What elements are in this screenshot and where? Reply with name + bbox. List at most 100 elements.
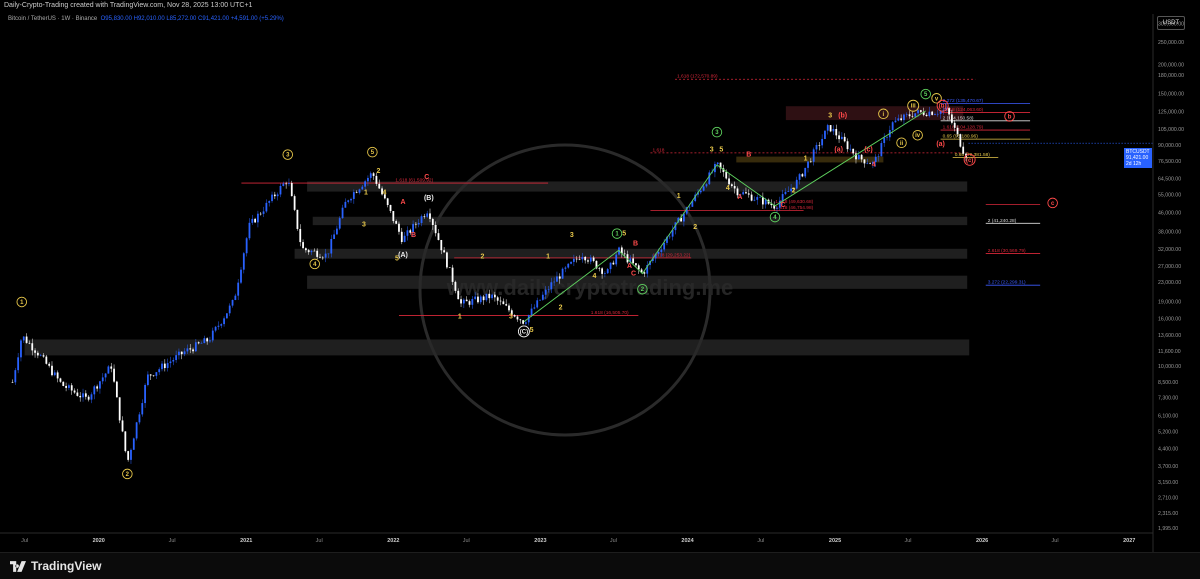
candle-body bbox=[925, 114, 928, 116]
wave-label: C bbox=[781, 202, 786, 209]
candle-body bbox=[826, 125, 829, 131]
candle-body bbox=[911, 116, 914, 117]
wave-label: (b) bbox=[939, 104, 947, 110]
candle-body bbox=[917, 110, 919, 114]
candle-body bbox=[840, 136, 843, 140]
candle-body bbox=[73, 390, 76, 393]
candle-body bbox=[843, 136, 846, 142]
candle-body bbox=[163, 363, 166, 369]
price-tick-label: 38,000.00 bbox=[1158, 230, 1181, 236]
wave-label: (c) bbox=[864, 147, 873, 154]
candle-body bbox=[316, 250, 319, 257]
price-tick-label: 8,500.00 bbox=[1158, 380, 1178, 386]
candle-body bbox=[313, 250, 316, 252]
candle-body bbox=[248, 222, 251, 239]
candle-body bbox=[341, 207, 344, 219]
candle-body bbox=[392, 211, 395, 222]
candle-body bbox=[536, 300, 539, 308]
wave-label: B bbox=[411, 232, 416, 239]
candle-body bbox=[39, 355, 42, 356]
candle-body bbox=[197, 342, 200, 344]
candle-body bbox=[725, 172, 728, 179]
candle-body bbox=[132, 438, 135, 450]
candle-body bbox=[155, 372, 158, 376]
price-tick-label: 125,000.00 bbox=[1158, 110, 1184, 116]
candle-body bbox=[20, 340, 22, 358]
candle-body bbox=[801, 174, 804, 177]
candle-body bbox=[519, 319, 522, 321]
tradingview-brand[interactable]: TradingView bbox=[10, 559, 101, 573]
wave-label: 1 bbox=[546, 254, 550, 261]
candle-body bbox=[869, 163, 871, 165]
candle-body bbox=[93, 386, 96, 395]
candle-body bbox=[68, 385, 70, 388]
candle-body bbox=[846, 141, 849, 150]
candle-body bbox=[378, 183, 381, 189]
price-tick-label: 76,500.00 bbox=[1158, 159, 1181, 165]
candle-body bbox=[894, 120, 897, 123]
candle-body bbox=[415, 223, 417, 225]
price-zone bbox=[312, 216, 968, 226]
candle-body bbox=[431, 218, 434, 226]
candle-body bbox=[344, 201, 347, 208]
candle-body bbox=[457, 290, 460, 300]
candle-body bbox=[429, 213, 431, 219]
candle-body bbox=[369, 173, 372, 178]
candle-body bbox=[863, 159, 866, 164]
candle-body bbox=[62, 381, 65, 386]
candle-body bbox=[398, 223, 400, 232]
candle-body bbox=[110, 366, 113, 369]
candle-body bbox=[254, 218, 257, 223]
candle-body bbox=[804, 167, 807, 177]
price-tick-label: 105,000.00 bbox=[1158, 127, 1184, 133]
candle-body bbox=[144, 384, 146, 404]
candle-body bbox=[338, 218, 341, 229]
price-tick-label: 13,600.00 bbox=[1158, 333, 1181, 339]
candle-body bbox=[849, 148, 852, 150]
candle-body bbox=[488, 293, 491, 299]
candle-body bbox=[815, 145, 818, 150]
wave-label: (C) bbox=[520, 329, 528, 335]
candle-body bbox=[567, 263, 570, 268]
candle-body bbox=[121, 420, 124, 432]
candle-body bbox=[242, 253, 245, 270]
candle-body bbox=[90, 394, 93, 400]
wave-label: (c) bbox=[966, 158, 973, 164]
time-tick-label: Jul bbox=[610, 538, 617, 544]
price-chart[interactable]: www.dailycryptotrading.me 1.618 (61,509.… bbox=[0, 0, 1200, 552]
candle-body bbox=[468, 301, 471, 305]
candle-body bbox=[962, 146, 965, 154]
time-tick-label: 2025 bbox=[829, 538, 841, 544]
candle-body bbox=[350, 198, 352, 201]
candle-body bbox=[70, 385, 73, 391]
candle-body bbox=[245, 238, 248, 254]
candle-body bbox=[587, 260, 589, 262]
candle-body bbox=[877, 156, 880, 157]
candle-body bbox=[852, 148, 855, 154]
candle-body bbox=[440, 239, 443, 251]
candle-body bbox=[477, 296, 479, 303]
wave-label: 3 bbox=[362, 221, 366, 228]
time-tick-label: 2021 bbox=[240, 538, 252, 544]
candle-body bbox=[866, 163, 869, 164]
candle-body bbox=[465, 299, 468, 302]
wave-label: 4 bbox=[872, 162, 876, 169]
wave-label: (b) bbox=[838, 112, 847, 119]
candle-body bbox=[192, 349, 194, 352]
candle-body bbox=[251, 218, 254, 223]
candle-body bbox=[556, 276, 558, 282]
ohlc-high: H92,010.00 bbox=[133, 16, 165, 22]
candle-body bbox=[434, 225, 437, 234]
candle-body bbox=[491, 294, 493, 299]
candle-body bbox=[296, 209, 299, 229]
candle-body bbox=[149, 374, 152, 376]
candle-body bbox=[82, 393, 84, 398]
candle-body bbox=[747, 193, 750, 195]
currency-button[interactable]: USDT bbox=[1157, 16, 1185, 30]
price-tick-label: 27,000.00 bbox=[1158, 264, 1181, 270]
candle-body bbox=[118, 397, 121, 421]
candle-body bbox=[688, 206, 691, 208]
ohlc-open: O95,830.00 bbox=[100, 16, 132, 22]
candle-body bbox=[420, 216, 423, 223]
candle-body bbox=[936, 113, 939, 115]
